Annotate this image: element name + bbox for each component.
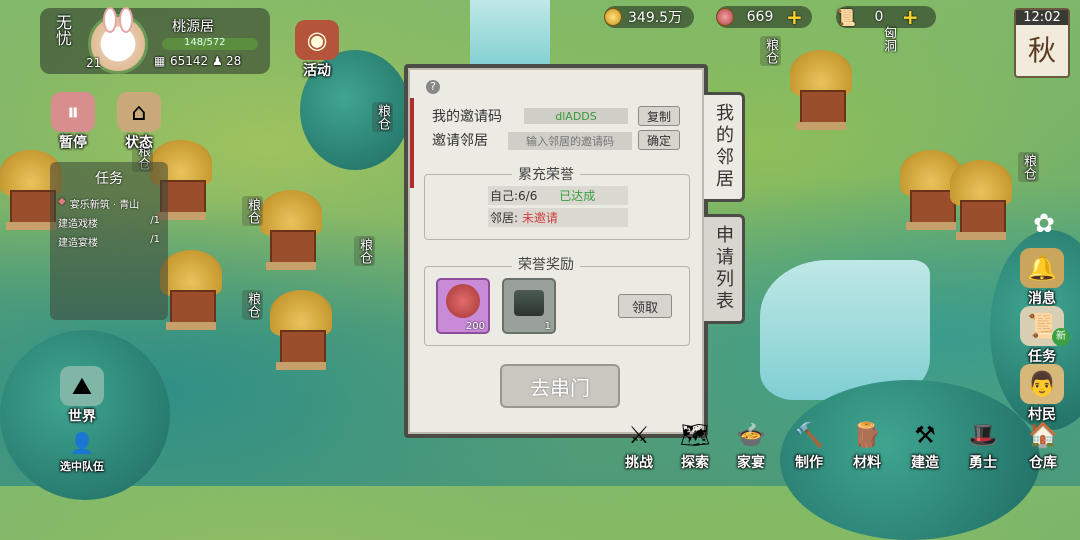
season-box[interactable]: 12:02 秋 bbox=[1014, 8, 1070, 78]
task-item: 建造戏楼 /1 bbox=[58, 215, 160, 230]
season-name: 秋 bbox=[1027, 34, 1056, 67]
challenge-button[interactable]: ⚔ 挑战 bbox=[612, 418, 666, 472]
clock-time: 12:02 bbox=[1016, 10, 1068, 25]
bowl-icon: 🍲 bbox=[736, 421, 766, 449]
granary-label[interactable]: 粮仓 bbox=[372, 102, 393, 132]
player-level: 21 bbox=[86, 56, 102, 70]
villager-icon: 👨 bbox=[1020, 364, 1064, 404]
explore-button[interactable]: 🗺 探索 bbox=[668, 418, 722, 472]
cave-label[interactable]: 匈洞 bbox=[881, 26, 898, 52]
jade-icon bbox=[514, 290, 544, 316]
gem-icon bbox=[716, 8, 734, 26]
tab-request-list[interactable]: 申请列表 bbox=[704, 214, 745, 324]
status-button[interactable]: ⌂ 状态 bbox=[114, 92, 164, 152]
hut[interactable] bbox=[270, 290, 332, 370]
reward-item-token[interactable]: 200 bbox=[436, 278, 490, 334]
neighbor-status: 未邀请 bbox=[521, 211, 558, 225]
new-badge: 新 bbox=[1052, 328, 1070, 346]
player-status: 无忧 bbox=[53, 14, 72, 46]
build-button[interactable]: ⚒ 建造 bbox=[898, 418, 952, 472]
hut[interactable] bbox=[160, 250, 222, 330]
granary-label[interactable]: 粮仓 bbox=[354, 236, 375, 266]
warehouse-button[interactable]: 🏠 仓库 bbox=[1016, 418, 1070, 472]
warriors-button[interactable]: 🎩 勇士 bbox=[956, 418, 1010, 472]
self-progress: 自己:6/6 已达成 bbox=[488, 186, 628, 205]
coin-resource: 349.5万 bbox=[604, 6, 694, 28]
coin-icon bbox=[604, 8, 622, 26]
logs-icon: 🪵 bbox=[852, 421, 882, 449]
self-status: 已达成 bbox=[559, 189, 596, 203]
red-tassel bbox=[410, 98, 414, 188]
banquet-button[interactable]: 🍲 家宴 bbox=[724, 418, 778, 472]
quest-name: 宴乐新筑 · 青山 bbox=[69, 200, 140, 211]
invite-label: 邀请邻居 bbox=[432, 133, 488, 149]
warehouse-icon: 🏠 bbox=[1028, 421, 1058, 449]
granary-label[interactable]: 粮仓 bbox=[1018, 152, 1039, 182]
flower-button[interactable]: ✿ bbox=[1022, 204, 1062, 244]
my-code-value: dlADDS bbox=[524, 108, 628, 124]
pause-icon: ⏸ bbox=[51, 92, 95, 132]
token-icon bbox=[446, 284, 480, 318]
confirm-button[interactable]: 确定 bbox=[638, 130, 680, 150]
task-title: 任务 bbox=[95, 171, 123, 187]
hut[interactable] bbox=[260, 190, 322, 270]
cave-resource: 📜 0 + bbox=[836, 5, 936, 29]
exp-text: 148/572 bbox=[184, 37, 226, 48]
hut[interactable] bbox=[790, 50, 852, 130]
mountain-icon: ⛰ bbox=[60, 366, 104, 406]
pause-button[interactable]: ⏸ 暂停 bbox=[48, 92, 98, 152]
hammer-icon: 🔨 bbox=[794, 421, 824, 449]
honor-title: 累充荣誉 bbox=[512, 164, 580, 184]
messages-button[interactable]: 🔔 消息 bbox=[1016, 248, 1068, 308]
add-gems-icon[interactable]: + bbox=[786, 5, 803, 29]
reward-item-jade[interactable]: 1 bbox=[502, 278, 556, 334]
quest-icon: ◆ bbox=[58, 196, 66, 207]
task-item: 建造宴楼 /1 bbox=[58, 234, 160, 249]
villager-icon: ♟ bbox=[212, 54, 223, 68]
waterfall bbox=[470, 0, 550, 70]
claim-button[interactable]: 领取 bbox=[618, 294, 672, 318]
population-icon: ▦ bbox=[154, 54, 166, 68]
my-code-label: 我的邀请码 bbox=[432, 109, 502, 125]
invite-code-input[interactable] bbox=[508, 132, 632, 150]
copy-button[interactable]: 复制 bbox=[638, 106, 680, 126]
tasks-button[interactable]: 📜 任务 新 bbox=[1016, 306, 1070, 366]
map-icon: 🗺 bbox=[679, 421, 711, 449]
flower-icon: ✿ bbox=[1033, 209, 1055, 239]
drum-icon: ◉ bbox=[295, 20, 339, 60]
villagers-button[interactable]: 👨 村民 bbox=[1016, 364, 1068, 424]
river bbox=[760, 260, 930, 400]
gem-resource: 669 + bbox=[716, 5, 812, 29]
help-icon[interactable]: ? bbox=[426, 80, 440, 94]
granary-label[interactable]: 粮仓 bbox=[242, 196, 263, 226]
activity-button[interactable]: ◉ 活动 bbox=[292, 20, 342, 80]
bell-icon: 🔔 bbox=[1020, 248, 1064, 288]
granary-label[interactable]: 粮仓 bbox=[760, 36, 781, 66]
player-name: 桃源居 bbox=[172, 19, 214, 35]
house-icon: ⌂ bbox=[117, 92, 161, 132]
neighbor-dialog: ? 我的邀请码 dlADDS 复制 邀请邻居 确定 累充荣誉 自己:6/6 已达… bbox=[404, 64, 708, 438]
swords-icon: ⚔ bbox=[628, 421, 650, 449]
team-button[interactable]: 👤 选中队伍 bbox=[50, 428, 114, 474]
neighbor-progress: 邻居: 未邀请 bbox=[488, 208, 628, 227]
reward-title: 荣誉奖励 bbox=[512, 254, 580, 274]
population-value: 65142 bbox=[170, 54, 209, 68]
task-panel[interactable]: 任务 ◆ 宴乐新筑 · 青山 建造戏楼 /1 建造宴楼 /1 bbox=[50, 162, 168, 320]
tab-my-neighbors[interactable]: 我的邻居 bbox=[704, 92, 745, 202]
warrior-icon: 👤 bbox=[69, 431, 95, 455]
granary-label[interactable]: 粮仓 bbox=[242, 290, 263, 320]
visit-button[interactable]: 去串门 bbox=[500, 364, 620, 408]
add-cave-icon[interactable]: + bbox=[902, 5, 919, 29]
scroll-icon: 📜 bbox=[836, 7, 856, 27]
craft-button[interactable]: 🔨 制作 bbox=[782, 418, 836, 472]
world-button[interactable]: ⛰ 世界 bbox=[56, 366, 108, 426]
materials-button[interactable]: 🪵 材料 bbox=[840, 418, 894, 472]
villager-count: 28 bbox=[226, 54, 242, 68]
hat-icon: 🎩 bbox=[968, 421, 998, 449]
build-icon: ⚒ bbox=[914, 421, 936, 449]
hut[interactable] bbox=[950, 160, 1012, 240]
